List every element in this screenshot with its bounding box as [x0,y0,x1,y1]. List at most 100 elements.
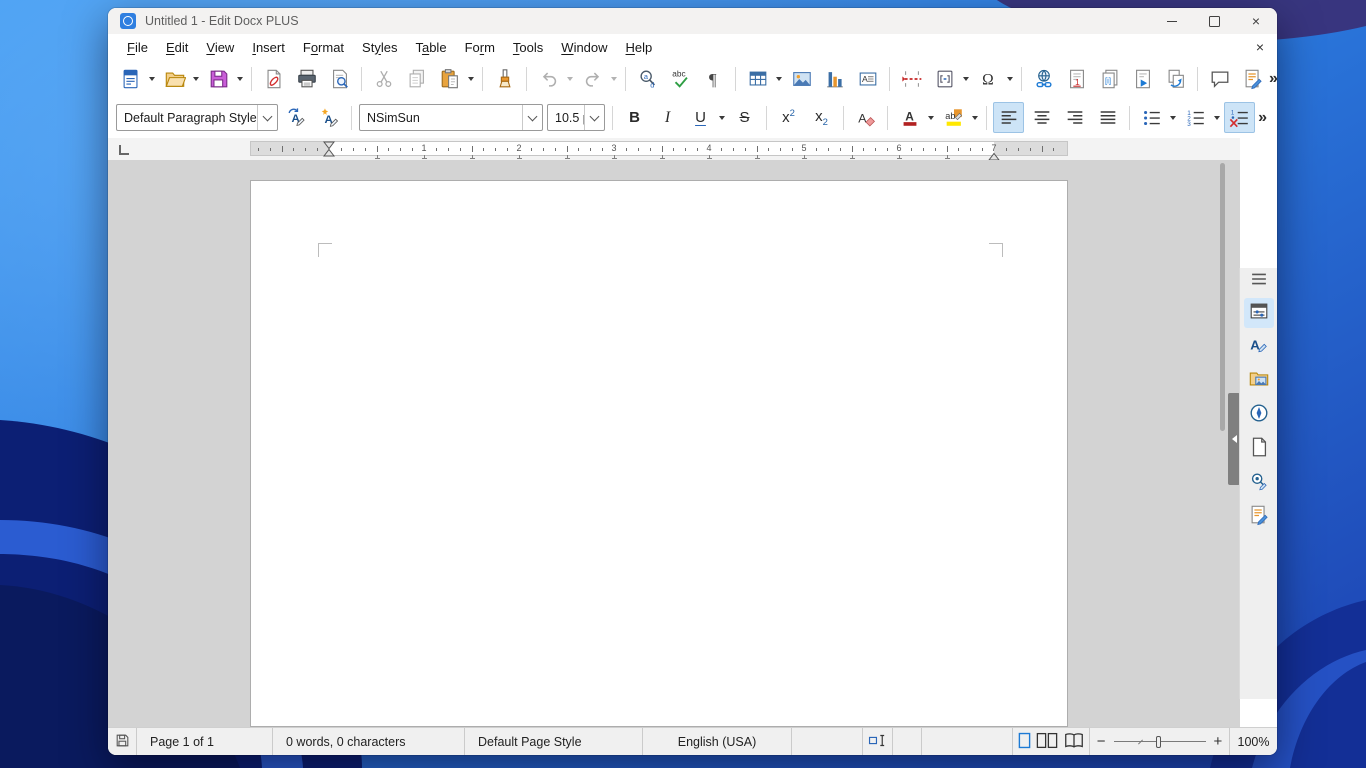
font-name-combobox[interactable]: NSimSun [359,104,543,131]
underline-button[interactable]: U [685,102,716,133]
new-document-dropdown[interactable] [146,64,157,93]
insert-image-button[interactable] [786,63,817,94]
view-single-page-button[interactable] [1018,732,1031,752]
align-center-button[interactable] [1026,102,1057,133]
numbered-list-dropdown[interactable] [1211,103,1222,132]
cut-button[interactable] [368,63,399,94]
insert-hyperlink-button[interactable] [1028,63,1059,94]
copy-button[interactable] [401,63,432,94]
sidebar-tab-navigator[interactable] [1244,400,1274,430]
subscript-button[interactable]: x2 [806,102,837,133]
insert-special-character-button[interactable]: Ω [973,63,1004,94]
align-left-button[interactable] [993,102,1024,133]
selection-mode-cell[interactable] [863,728,893,755]
view-book-button[interactable] [1063,732,1085,752]
menu-insert[interactable]: Insert [243,37,294,58]
update-style-button[interactable]: A [281,102,312,133]
menu-view[interactable]: View [197,37,243,58]
formatting-marks-button[interactable]: ¶ [698,63,729,94]
close-document-icon[interactable]: × [1256,39,1264,55]
insert-endnote-button[interactable]: [i] [1094,63,1125,94]
insert-chart-button[interactable] [819,63,850,94]
insert-comment-button[interactable] [1204,63,1235,94]
bold-button[interactable]: B [619,102,650,133]
highlight-color-button[interactable]: ab [938,102,969,133]
save-button[interactable] [203,63,234,94]
document-workspace[interactable] [108,160,1240,727]
undo-dropdown[interactable] [564,64,575,93]
insert-page-break-button[interactable] [896,63,927,94]
undo-button[interactable] [533,63,564,94]
save-dropdown[interactable] [234,64,245,93]
no-list-button[interactable]: 1 [1224,102,1255,133]
zoom-in-button[interactable]: + [1214,733,1223,750]
menu-styles[interactable]: Styles [353,37,406,58]
underline-dropdown[interactable] [716,103,727,132]
track-changes-button[interactable] [1237,63,1268,94]
menu-file[interactable]: File [118,37,157,58]
print-button[interactable] [291,63,322,94]
sidebar-tab-style-inspector[interactable] [1244,468,1274,498]
insert-cross-reference-button[interactable] [1160,63,1191,94]
sidebar-tab-gallery[interactable] [1244,366,1274,396]
font-size-combobox-dropdown[interactable] [584,105,604,130]
new-style-button[interactable]: A [314,102,345,133]
insert-special-character-dropdown[interactable] [1004,64,1015,93]
menu-tools[interactable]: Tools [504,37,552,58]
superscript-button[interactable]: x2 [773,102,804,133]
sidebar-tab-styles[interactable]: A [1244,332,1274,362]
menu-table[interactable]: Table [406,37,455,58]
new-document-button[interactable] [115,63,146,94]
highlight-color-dropdown[interactable] [969,103,980,132]
menu-format[interactable]: Format [294,37,353,58]
zoom-out-button[interactable]: − [1097,733,1106,750]
align-right-button[interactable] [1059,102,1090,133]
print-preview-button[interactable] [324,63,355,94]
sidebar-tab-page-panel[interactable] [1244,434,1274,464]
menu-help[interactable]: Help [617,37,662,58]
insert-field-dropdown[interactable] [960,64,971,93]
open-dropdown[interactable] [190,64,201,93]
page-number-cell[interactable]: Page 1 of 1 [137,728,273,755]
paragraph-style-combobox[interactable]: Default Paragraph Style [116,104,278,131]
clear-formatting-button[interactable]: A [850,102,881,133]
numbered-list-button[interactable]: 123 [1180,102,1211,133]
zoom-level-cell[interactable]: 100% [1230,728,1277,755]
language-cell[interactable]: English (USA) [643,728,792,755]
insert-textbox-button[interactable]: A [852,63,883,94]
minimize-button[interactable] [1151,8,1193,34]
menu-window[interactable]: Window [552,37,616,58]
document-page[interactable] [250,180,1068,727]
titlebar[interactable]: Untitled 1 - Edit Docx PLUS × [108,8,1277,34]
clone-formatting-button[interactable] [489,63,520,94]
font-color-dropdown[interactable] [925,103,936,132]
paragraph-style-combobox-dropdown[interactable] [257,105,277,130]
insert-bookmark-button[interactable] [1127,63,1158,94]
word-count-cell[interactable]: 0 words, 0 characters [273,728,465,755]
page-style-cell[interactable]: Default Page Style [465,728,643,755]
insert-table-dropdown[interactable] [773,64,784,93]
bullet-list-dropdown[interactable] [1167,103,1178,132]
insert-table-button[interactable] [742,63,773,94]
font-name-combobox-dropdown[interactable] [522,105,542,130]
close-button[interactable]: × [1235,8,1277,34]
find-and-replace-button[interactable]: ad [632,63,663,94]
sidebar-tab-sidebar-settings[interactable] [1245,268,1273,294]
strikethrough-button[interactable]: S [729,102,760,133]
vertical-scrollbar-thumb[interactable] [1220,163,1225,431]
open-button[interactable] [159,63,190,94]
insert-field-button[interactable] [929,63,960,94]
menu-form[interactable]: Form [456,37,504,58]
insert-footnote-button[interactable]: 1 [1061,63,1092,94]
redo-dropdown[interactable] [608,64,619,93]
sidebar-tab-properties[interactable] [1244,298,1274,328]
redo-button[interactable] [577,63,608,94]
save-status-cell[interactable] [108,728,137,755]
paste-dropdown[interactable] [465,64,476,93]
zoom-slider[interactable] [1114,736,1206,748]
font-size-combobox[interactable]: 10.5 pt [547,104,605,131]
font-color-button[interactable]: A [894,102,925,133]
menu-edit[interactable]: Edit [157,37,197,58]
view-multi-page-button[interactable] [1036,732,1058,752]
spelling-button[interactable]: abc [665,63,696,94]
